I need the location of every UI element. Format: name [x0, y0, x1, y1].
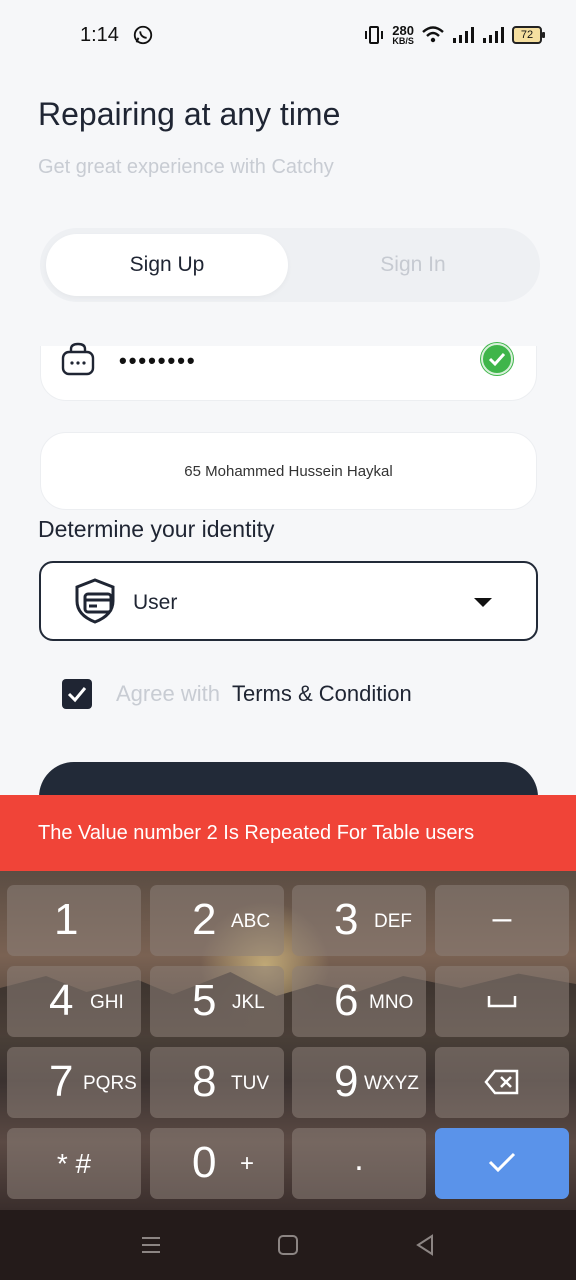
status-bar: 1:14 280 KB/S 72	[0, 0, 576, 72]
password-value: ••••••••	[119, 348, 197, 373]
signal-icon	[453, 27, 474, 43]
status-time: 1:14	[80, 24, 119, 46]
valid-check-icon	[480, 342, 514, 376]
lock-icon	[61, 342, 95, 376]
chevron-down-icon	[474, 598, 492, 607]
status-icons: 280 KB/S 72	[364, 22, 545, 48]
auth-tabs: Sign Up Sign In	[40, 228, 540, 302]
key-backspace[interactable]	[435, 1047, 569, 1118]
id-card-icon	[75, 578, 115, 624]
signal-icon	[483, 27, 504, 43]
key-star-hash[interactable]: * #	[7, 1128, 141, 1199]
key-0[interactable]: 0 +	[150, 1128, 284, 1199]
address-value: 65 Mohammed Hussein Haykal	[184, 462, 393, 480]
key-dot[interactable]: .	[292, 1128, 426, 1199]
identity-select[interactable]: User	[39, 561, 538, 641]
terms-row: Agree with Terms & Condition	[62, 678, 412, 710]
key-3[interactable]: 3 DEF	[292, 885, 426, 956]
tab-sign-up[interactable]: Sign Up	[46, 234, 288, 296]
key-4[interactable]: 4 GHI	[7, 966, 141, 1037]
menu-icon[interactable]	[140, 1234, 162, 1256]
password-field[interactable]: ••••••••	[40, 342, 537, 401]
page-title: Repairing at any time	[38, 96, 341, 132]
identity-label: Determine your identity	[38, 516, 275, 542]
tab-sign-in[interactable]: Sign In	[292, 234, 534, 296]
identity-value: User	[133, 591, 178, 614]
space-icon	[487, 996, 517, 1008]
page-subtitle: Get great experience with Catchy	[38, 156, 334, 178]
key-8[interactable]: 8 TUV	[150, 1047, 284, 1118]
back-icon[interactable]	[414, 1234, 436, 1256]
network-speed: 280 KB/S	[392, 23, 414, 46]
vibrate-icon	[365, 26, 384, 44]
key-space[interactable]	[435, 966, 569, 1037]
key-2[interactable]: 2 ABC	[150, 885, 284, 956]
key-6[interactable]: 6 MNO	[292, 966, 426, 1037]
error-toast: The Value number 2 Is Repeated For Table…	[0, 795, 576, 871]
terms-prefix: Agree with	[116, 681, 220, 706]
check-icon	[67, 687, 87, 703]
home-icon[interactable]	[277, 1234, 299, 1256]
terms-checkbox[interactable]	[62, 679, 92, 709]
whatsapp-icon	[133, 25, 153, 45]
key-done[interactable]	[435, 1128, 569, 1199]
address-field[interactable]: 65 Mohammed Hussein Haykal	[40, 432, 537, 510]
numeric-keyboard: 1 2 ABC 3 DEF – 4 GHI 5 JKL 6 MNO 7 PQRS…	[0, 871, 576, 1210]
backspace-icon	[484, 1069, 519, 1095]
key-1[interactable]: 1	[7, 885, 141, 956]
key-dash[interactable]: –	[435, 885, 569, 956]
checkmark-icon	[488, 1152, 516, 1173]
key-7[interactable]: 7 PQRS	[7, 1047, 141, 1118]
system-nav-bar	[0, 1210, 576, 1280]
wifi-icon	[422, 26, 444, 43]
key-9[interactable]: 9 WXYZ	[292, 1047, 426, 1118]
key-5[interactable]: 5 JKL	[150, 966, 284, 1037]
error-toast-message: The Value number 2 Is Repeated For Table…	[38, 821, 475, 844]
terms-link[interactable]: Terms & Condition	[232, 681, 412, 707]
battery-icon: 72	[512, 26, 545, 44]
